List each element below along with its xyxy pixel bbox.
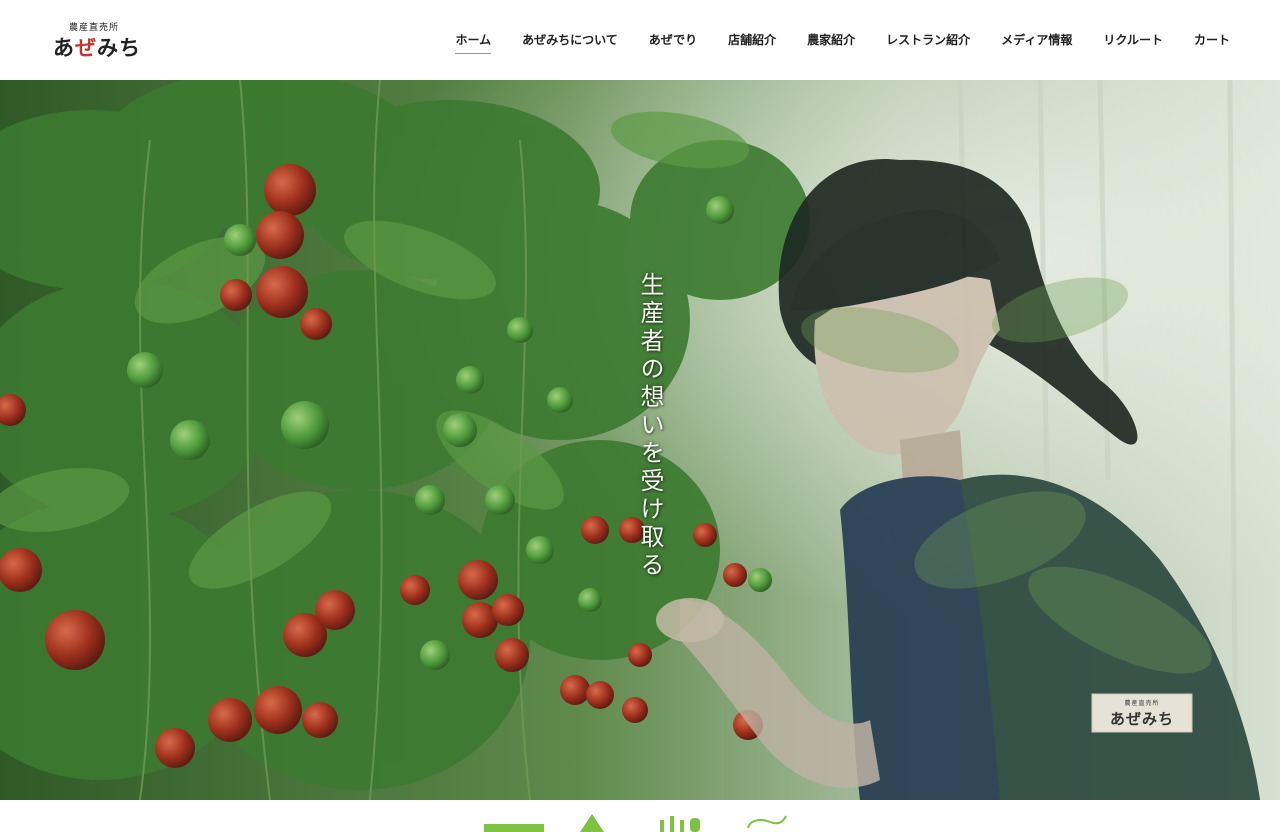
- nav-item-cart[interactable]: カート: [1194, 31, 1230, 54]
- logo-title: あぜみち: [53, 36, 141, 60]
- nav-item-restaurants[interactable]: レストラン紹介: [886, 31, 970, 54]
- main-nav: ホーム あぜみちについて あぜでり 店舗紹介 農家紹介 レストラン紹介 メディア…: [455, 31, 1230, 54]
- nav-item-azederi[interactable]: あぜでり: [649, 31, 697, 54]
- hero-tagline: 生産者の想いを受け取る: [636, 272, 664, 580]
- nav-item-media[interactable]: メディア情報: [1001, 31, 1072, 54]
- apron-logo-sub: 農産直売所: [1124, 700, 1160, 707]
- nav-item-home[interactable]: ホーム: [455, 31, 491, 54]
- section-heading-graphic: [484, 814, 787, 832]
- site-header: 農産直売所 あぜみち ホーム あぜみちについて あぜでり 店舗紹介 農家紹介 レ…: [0, 0, 1280, 80]
- apron-logo-main: あぜみち: [1109, 710, 1174, 728]
- nav-item-farmers[interactable]: 農家紹介: [807, 31, 855, 54]
- next-section-peek: [0, 800, 1280, 832]
- nav-item-about[interactable]: あぜみちについて: [522, 31, 618, 54]
- nav-item-stores[interactable]: 店舗紹介: [728, 31, 776, 54]
- hero-section: 農産直売所 あぜみち 生産者の想いを受け取る: [0, 80, 1280, 800]
- apron-logo-text: 農産直売所 あぜみち: [1092, 694, 1192, 732]
- site-logo[interactable]: 農産直売所 あぜみち: [53, 20, 145, 60]
- nav-item-recruit[interactable]: リクルート: [1103, 31, 1163, 54]
